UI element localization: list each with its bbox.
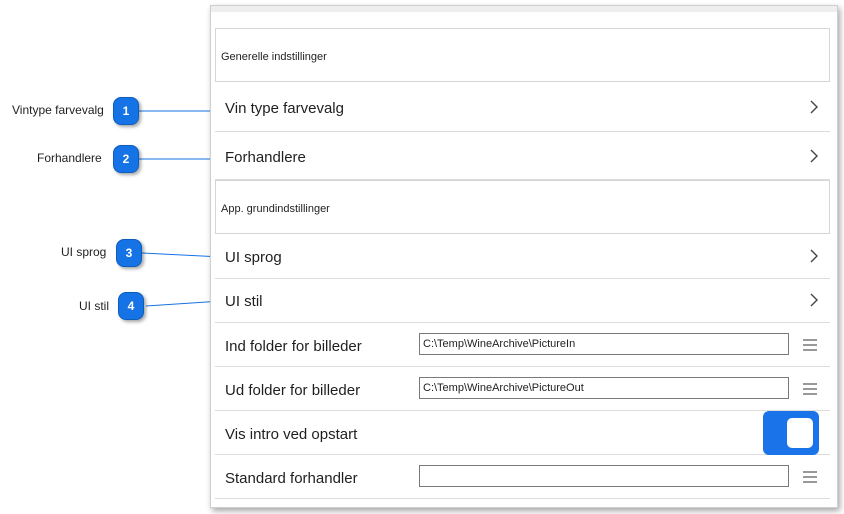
row-ui-language[interactable]: UI sprog [215, 234, 830, 279]
section-app-base-settings: App. grundindstillinger [215, 180, 830, 234]
row-wine-type-colors[interactable]: Vin type farvevalg [215, 84, 830, 132]
show-intro-toggle[interactable] [763, 411, 819, 455]
panel-top-strip [211, 6, 837, 12]
menu-icon[interactable] [802, 382, 818, 396]
row-label: Ind folder for billeder [225, 338, 362, 355]
callout-label-3: UI sprog [61, 245, 107, 259]
chevron-right-icon [810, 293, 818, 307]
callout-badge-4: 4 [118, 292, 144, 320]
row-picture-in-folder: Ind folder for billeder [215, 323, 830, 367]
picture-out-folder-input[interactable] [419, 377, 789, 399]
row-label: Vin type farvevalg [225, 100, 344, 117]
callout-label-2: Forhandlere [37, 151, 102, 165]
row-ui-style[interactable]: UI stil [215, 279, 830, 323]
chevron-right-icon [810, 149, 818, 163]
row-label: Forhandlere [225, 149, 306, 166]
callout-label-1: Vintype farvevalg [12, 103, 104, 117]
row-label: Vis intro ved opstart [225, 426, 358, 443]
menu-icon[interactable] [802, 338, 818, 352]
menu-icon[interactable] [802, 470, 818, 484]
callout-badge-3: 3 [116, 239, 142, 267]
callout-badge-1: 1 [113, 97, 139, 125]
section-title: App. grundindstillinger [221, 203, 330, 215]
chevron-right-icon [810, 100, 818, 114]
section-general-settings: Generelle indstillinger [215, 28, 830, 82]
row-label: UI stil [225, 293, 263, 310]
row-show-intro: Vis intro ved opstart [215, 411, 830, 455]
picture-in-folder-input[interactable] [419, 333, 789, 355]
chevron-right-icon [810, 249, 818, 263]
settings-panel: Generelle indstillinger Vin type farveva… [210, 5, 838, 508]
row-default-dealer: Standard forhandler [215, 455, 830, 499]
toggle-knob [787, 418, 813, 448]
row-dealers[interactable]: Forhandlere [215, 132, 830, 180]
row-picture-out-folder: Ud folder for billeder [215, 367, 830, 411]
section-title: Generelle indstillinger [221, 51, 327, 63]
row-label: Ud folder for billeder [225, 382, 361, 399]
default-dealer-input[interactable] [419, 465, 789, 487]
callout-badge-2: 2 [113, 145, 139, 173]
callout-label-4: UI stil [79, 299, 109, 313]
row-label: Standard forhandler [225, 470, 358, 487]
row-label: UI sprog [225, 249, 282, 266]
